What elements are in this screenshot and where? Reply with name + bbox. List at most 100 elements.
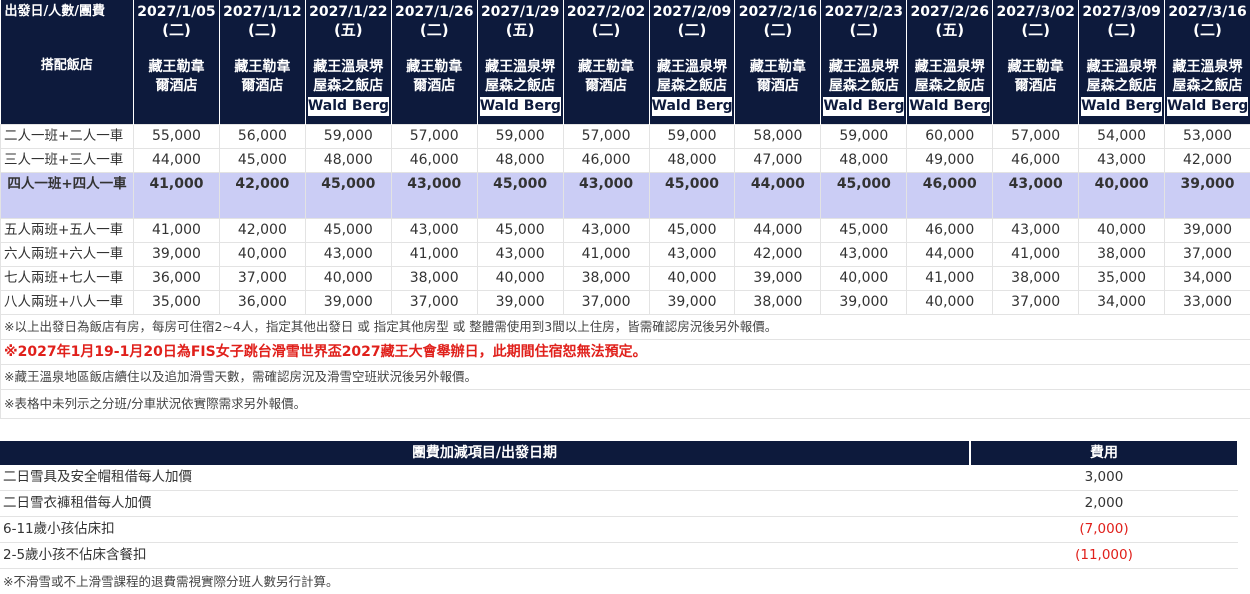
price-cell: 55,000 (134, 125, 220, 149)
date-header-cell: 2027/1/26 (二) (391, 0, 477, 56)
price-cell: 45,000 (477, 219, 563, 243)
price-cell: 59,000 (821, 125, 907, 149)
price-cell: 40,000 (821, 267, 907, 291)
hotel-header-cell: 藏王溫泉堺屋森之飯店Wald Berg (1079, 56, 1165, 125)
price-cell: 57,000 (563, 125, 649, 149)
price-cell: 39,000 (1165, 173, 1250, 219)
price-cell: 42,000 (1165, 149, 1250, 173)
departure-date: 2027/3/02 (993, 4, 1078, 20)
hotel-name-line: 屋森之飯店 (478, 77, 563, 96)
hotel-name-line: 爾酒店 (134, 77, 219, 96)
group-size-label: 六人兩班+六人一車 (1, 243, 134, 267)
price-cell: 56,000 (219, 125, 305, 149)
addon-fee: 2,000 (970, 491, 1238, 517)
price-cell: 54,000 (1079, 125, 1165, 149)
departure-weekday: (二) (392, 22, 477, 38)
group-size-label: 二人一班+二人一車 (1, 125, 134, 149)
departure-date: 2027/2/16 (735, 4, 820, 20)
price-cell: 39,000 (649, 291, 735, 315)
hotel-name-line: 藏王溫泉堺 (1079, 58, 1164, 77)
refund-note: ※不滑雪或不上滑雪課程的退費需視實際分班人數另行計算。 (0, 569, 1238, 594)
price-cell: 37,000 (563, 291, 649, 315)
price-cell: 44,000 (735, 173, 821, 219)
hotel-name-line: 藏王溫泉堺 (306, 58, 391, 77)
group-size-label: 八人兩班+八人一車 (1, 291, 134, 315)
price-cell: 58,000 (735, 125, 821, 149)
hotel-header-cell: 藏王溫泉堺屋森之飯店Wald Berg (649, 56, 735, 125)
date-header-cell: 2027/2/23(二) (821, 0, 907, 56)
price-table: 出發日/人數/團費 2027/1/05(二)2027/1/12(二)2027/1… (0, 0, 1250, 419)
hotel-name-line: Wald Berg (1167, 97, 1248, 116)
hotel-name-line: 藏王溫泉堺 (907, 58, 992, 77)
departure-date: 2027/1/29 (478, 4, 563, 20)
hotel-name-line: 藏王勒韋 (392, 58, 477, 77)
departure-weekday: (二) (564, 22, 649, 38)
price-cell: 38,000 (735, 291, 821, 315)
hotel-name-line: 屋森之飯店 (907, 77, 992, 96)
hotel-name-line: 爾酒店 (220, 77, 305, 96)
departure-weekday: (五) (306, 22, 391, 38)
group-size-label: 三人一班+三人一車 (1, 149, 134, 173)
date-header-cell: 2027/2/26(五) (907, 0, 993, 56)
hotel-header-cell: 藏王溫泉堺屋森之飯店Wald Berg (305, 56, 391, 125)
price-cell: 40,000 (649, 267, 735, 291)
price-cell: 45,000 (649, 219, 735, 243)
date-header-cell: 2027/1/05 (二) (134, 0, 220, 56)
price-cell: 33,000 (1165, 291, 1250, 315)
departure-weekday: (二) (134, 22, 219, 38)
price-cell: 43,000 (993, 219, 1079, 243)
hotel-header-cell: 藏王溫泉堺屋森之飯店Wald Berg (907, 56, 993, 125)
departure-date: 2027/1/22 (306, 4, 391, 20)
price-cell: 57,000 (993, 125, 1079, 149)
price-cell: 40,000 (1079, 219, 1165, 243)
price-cell: 39,000 (1165, 219, 1250, 243)
hotel-name-line: 屋森之飯店 (1079, 77, 1164, 96)
price-cell: 37,000 (993, 291, 1079, 315)
price-cell: 40,000 (305, 267, 391, 291)
price-cell: 44,000 (907, 243, 993, 267)
departure-date: 2027/1/05 (134, 4, 219, 20)
departure-date: 2027/2/09 (650, 4, 735, 20)
price-cell: 40,000 (907, 291, 993, 315)
hotel-name-line: Wald Berg (1081, 97, 1162, 116)
hotel-label: 搭配飯店 (1, 56, 134, 125)
date-header-cell: 2027/3/02(二) (993, 0, 1079, 56)
hotel-name-line: 藏王勒韋 (735, 58, 820, 77)
price-row: 四人一班+四人一車41,00042,00045,00043,00045,0004… (1, 173, 1250, 219)
hotel-name-line: 藏王勒韋 (220, 58, 305, 77)
price-cell: 43,000 (821, 243, 907, 267)
addon-table-body: 二日雪具及安全帽租借每人加價3,000二日雪衣褲租借每人加價2,0006-11歲… (0, 465, 1238, 594)
warning-note: ※2027年1月19-1月20日為FIS女子跳台滑雪世界盃2027藏王大會舉辦日… (1, 340, 1250, 365)
price-cell: 45,000 (219, 149, 305, 173)
hotel-header-cell: 藏王勒韋爾酒店 (563, 56, 649, 125)
price-cell: 48,000 (821, 149, 907, 173)
price-row: 三人一班+三人一車44,00045,00048,00046,00048,0004… (1, 149, 1250, 173)
price-cell: 53,000 (1165, 125, 1250, 149)
price-cell: 45,000 (821, 173, 907, 219)
departure-date: 2027/1/26 (392, 4, 477, 20)
price-cell: 40,000 (1079, 173, 1165, 219)
price-row: 五人兩班+五人一車41,00042,00045,00043,00045,0004… (1, 219, 1250, 243)
price-cell: 41,000 (993, 243, 1079, 267)
addon-item: 二日雪衣褲租借每人加價 (0, 491, 970, 517)
price-cell: 34,000 (1165, 267, 1250, 291)
price-cell: 38,000 (1079, 243, 1165, 267)
departure-weekday: (五) (478, 22, 563, 38)
price-cell: 45,000 (477, 173, 563, 219)
hotel-name-line: Wald Berg (909, 97, 990, 116)
hotel-name-line: 爾酒店 (993, 77, 1078, 96)
hotel-name-line: Wald Berg (652, 97, 733, 116)
addon-item-header: 團費加減項目/出發日期 (0, 441, 970, 465)
note-row: ※藏王溫泉地區飯店續住以及追加滑雪天數，需確認房況及滑雪空班狀況後另外報價。 (1, 365, 1250, 390)
note-row: ※表格中未列示之分班/分車狀況依實際需求另外報價。 (1, 390, 1250, 419)
price-cell: 38,000 (563, 267, 649, 291)
price-cell: 39,000 (821, 291, 907, 315)
price-cell: 39,000 (477, 291, 563, 315)
price-cell: 36,000 (219, 291, 305, 315)
price-cell: 40,000 (477, 267, 563, 291)
departure-weekday: (二) (1079, 22, 1164, 38)
hotel-header-cell: 藏王勒韋爾酒店 (391, 56, 477, 125)
price-cell: 37,000 (1165, 243, 1250, 267)
departure-weekday: (二) (650, 22, 735, 38)
price-cell: 43,000 (391, 173, 477, 219)
